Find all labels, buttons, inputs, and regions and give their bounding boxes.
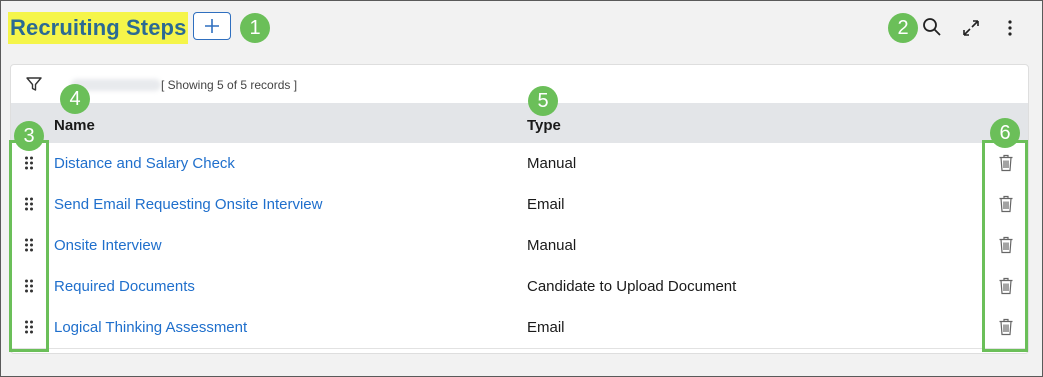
add-step-button[interactable]	[193, 12, 231, 40]
plus-icon	[205, 19, 219, 33]
step-type: Email	[527, 196, 565, 213]
column-header-name[interactable]: Name	[54, 117, 95, 134]
callout-highlight-delete-column	[982, 140, 1028, 352]
step-name-link[interactable]: Distance and Salary Check	[54, 155, 235, 172]
page-title: Recruiting Steps	[8, 12, 189, 44]
step-name-link[interactable]: Logical Thinking Assessment	[54, 319, 247, 336]
step-name-link[interactable]: Required Documents	[54, 278, 195, 295]
step-name-link[interactable]: Onsite Interview	[54, 237, 162, 254]
search-icon	[923, 18, 941, 36]
table-row: Onsite Interview Manual	[11, 225, 1028, 267]
filter-button[interactable]	[25, 75, 43, 93]
callout-badge-4: 4	[60, 84, 90, 114]
callout-badge-6: 6	[990, 118, 1020, 148]
record-count: [ Showing 5 of 5 records ]	[161, 78, 298, 92]
table-row: Distance and Salary Check Manual	[11, 143, 1028, 185]
step-name-link[interactable]: Send Email Requesting Onsite Interview	[54, 196, 322, 213]
more-options-button[interactable]	[998, 16, 1022, 40]
table-header: Name Type	[11, 103, 1028, 143]
step-type: Manual	[527, 155, 577, 172]
step-type: Manual	[527, 237, 577, 254]
step-type: Email	[527, 319, 565, 336]
steps-table-card: [ Showing 5 of 5 records ] Name Type Dis…	[10, 64, 1029, 354]
more-vertical-icon	[1008, 20, 1012, 36]
expand-button[interactable]	[959, 16, 983, 40]
column-header-type[interactable]: Type	[527, 117, 561, 134]
table-row: Send Email Requesting Onsite Interview E…	[11, 184, 1028, 226]
callout-badge-2: 2	[888, 13, 918, 43]
table-row: Required Documents Candidate to Upload D…	[11, 266, 1028, 308]
callout-badge-1: 1	[240, 13, 270, 43]
filter-icon	[26, 77, 42, 91]
callout-badge-3: 3	[14, 121, 44, 151]
step-type: Candidate to Upload Document	[527, 278, 737, 295]
table-row: Logical Thinking Assessment Email	[11, 307, 1028, 349]
callout-badge-5: 5	[528, 86, 558, 116]
search-button[interactable]	[920, 15, 944, 39]
expand-icon	[963, 20, 979, 36]
callout-highlight-drag-column	[9, 140, 49, 352]
